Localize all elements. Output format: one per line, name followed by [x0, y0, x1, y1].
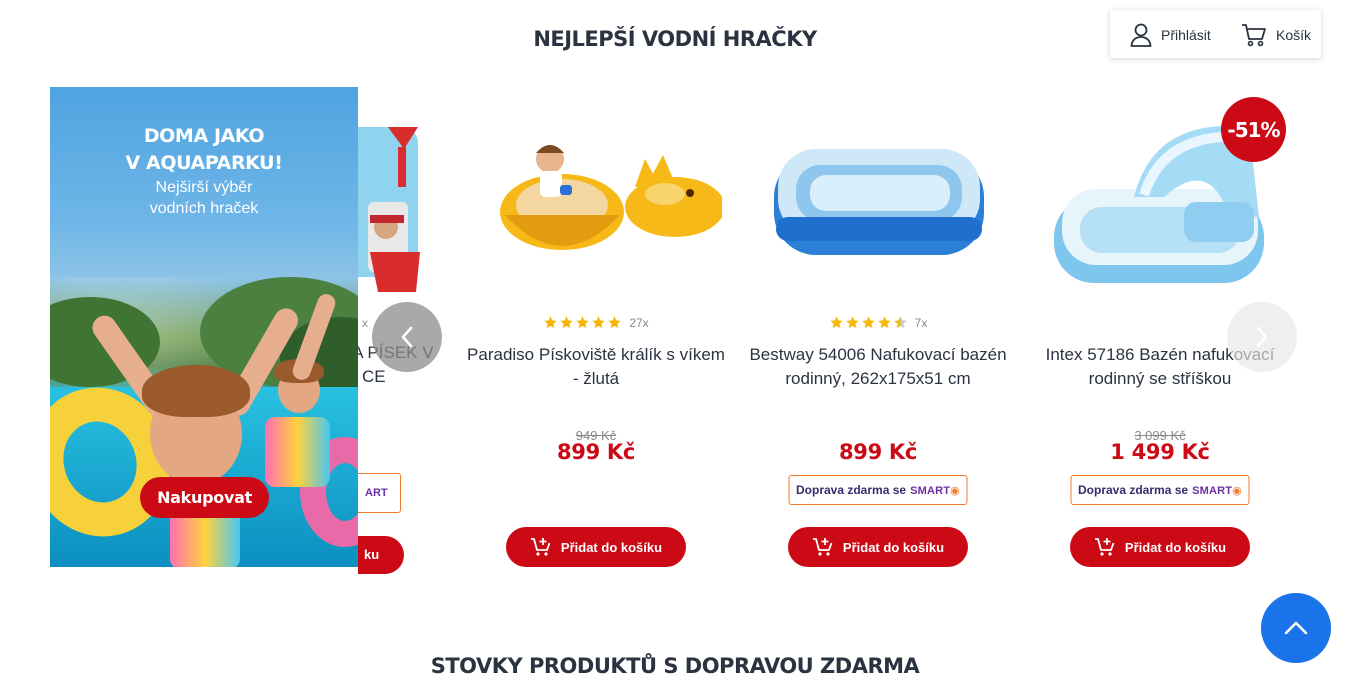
user-icon — [1130, 23, 1152, 47]
cart-plus-icon — [1094, 538, 1115, 556]
product-name[interactable]: Paradiso Pískoviště králík s víkem - žlu… — [467, 343, 725, 391]
chevron-right-icon — [1256, 326, 1268, 348]
product-rating: 27x — [455, 315, 737, 330]
star-icon — [829, 316, 843, 329]
product-card[interactable]: 27x Paradiso Pískoviště králík s víkem -… — [455, 87, 737, 587]
carousel-prev-button[interactable] — [372, 302, 442, 372]
product-image — [774, 149, 984, 255]
star-icon — [845, 316, 859, 329]
product-rating: 7x — [737, 315, 1019, 330]
rating-stars — [829, 315, 909, 330]
add-to-cart-button[interactable]: Přidat do košíku — [788, 527, 968, 567]
star-icon — [544, 316, 558, 329]
partial-ship-badge: ART — [358, 473, 401, 513]
product-price: 1 499 Kč — [1110, 440, 1210, 464]
rating-stars — [543, 315, 623, 330]
star-icon — [576, 316, 590, 329]
rating-count: 7x — [914, 315, 928, 330]
partial-add-button[interactable]: ku — [358, 536, 404, 574]
add-to-cart-label: Přidat do košíku — [842, 539, 945, 555]
discount-badge: -51% — [1221, 97, 1286, 162]
partial-name-line2: CE — [362, 367, 386, 386]
star-icon — [592, 316, 606, 329]
product-price: 899 Kč — [556, 440, 636, 464]
rating-count: 27x — [629, 315, 649, 330]
cart-plus-icon — [812, 538, 833, 556]
add-to-cart-label: Přidat do košíku — [1124, 539, 1227, 555]
login-button[interactable]: Přihlásit — [1130, 23, 1211, 47]
bucket-product-image — [358, 127, 420, 292]
chevron-left-icon — [401, 326, 413, 348]
free-shipping-badge: Doprava zdarma se SMART◉ — [788, 475, 968, 505]
smart-logo: SMART◉ — [910, 484, 960, 497]
carousel-next-button[interactable] — [1227, 302, 1297, 372]
star-icon — [893, 316, 907, 329]
product-image — [500, 145, 722, 250]
login-label: Přihlásit — [1161, 27, 1211, 43]
add-to-cart-label: Přidat do košíku — [560, 539, 663, 555]
chevron-up-icon — [1284, 621, 1308, 635]
star-icon — [560, 316, 574, 329]
cart-plus-icon — [530, 538, 551, 556]
account-box: Přihlásit Košík — [1110, 10, 1321, 58]
cart-button[interactable]: Košík — [1241, 23, 1311, 47]
promo-banner[interactable]: DOMA JAKO V AQUAPARKU! Nejširší výběr vo… — [50, 87, 358, 567]
product-name[interactable]: Bestway 54006 Nafukovací bazén rodinný, … — [749, 343, 1007, 391]
section-title-free-shipping: STOVKY PRODUKTŮ S DOPRAVOU ZDARMA — [430, 654, 920, 678]
banner-subheading: Nejširší výběr vodních hraček — [149, 179, 259, 217]
banner-heading: DOMA JAKO V AQUAPARKU! — [125, 125, 283, 174]
star-icon — [861, 316, 875, 329]
smart-logo: SMART◉ — [1192, 484, 1242, 497]
free-shipping-badge: Doprava zdarma se SMART◉ — [1070, 475, 1250, 505]
product-price: 899 Kč — [838, 440, 918, 464]
add-to-cart-button[interactable]: Přidat do košíku — [1070, 527, 1250, 567]
star-icon — [877, 316, 891, 329]
cart-label: Košík — [1276, 27, 1312, 43]
cart-icon — [1242, 24, 1266, 47]
shop-now-button[interactable]: Nakupovat — [140, 477, 269, 518]
star-icon — [608, 316, 622, 329]
product-card[interactable]: 7x Bestway 54006 Nafukovací bazén rodinn… — [737, 87, 1019, 587]
partial-rating-count: x — [362, 316, 368, 330]
scroll-to-top-button[interactable] — [1261, 593, 1331, 663]
add-to-cart-button[interactable]: Přidat do košíku — [506, 527, 686, 567]
